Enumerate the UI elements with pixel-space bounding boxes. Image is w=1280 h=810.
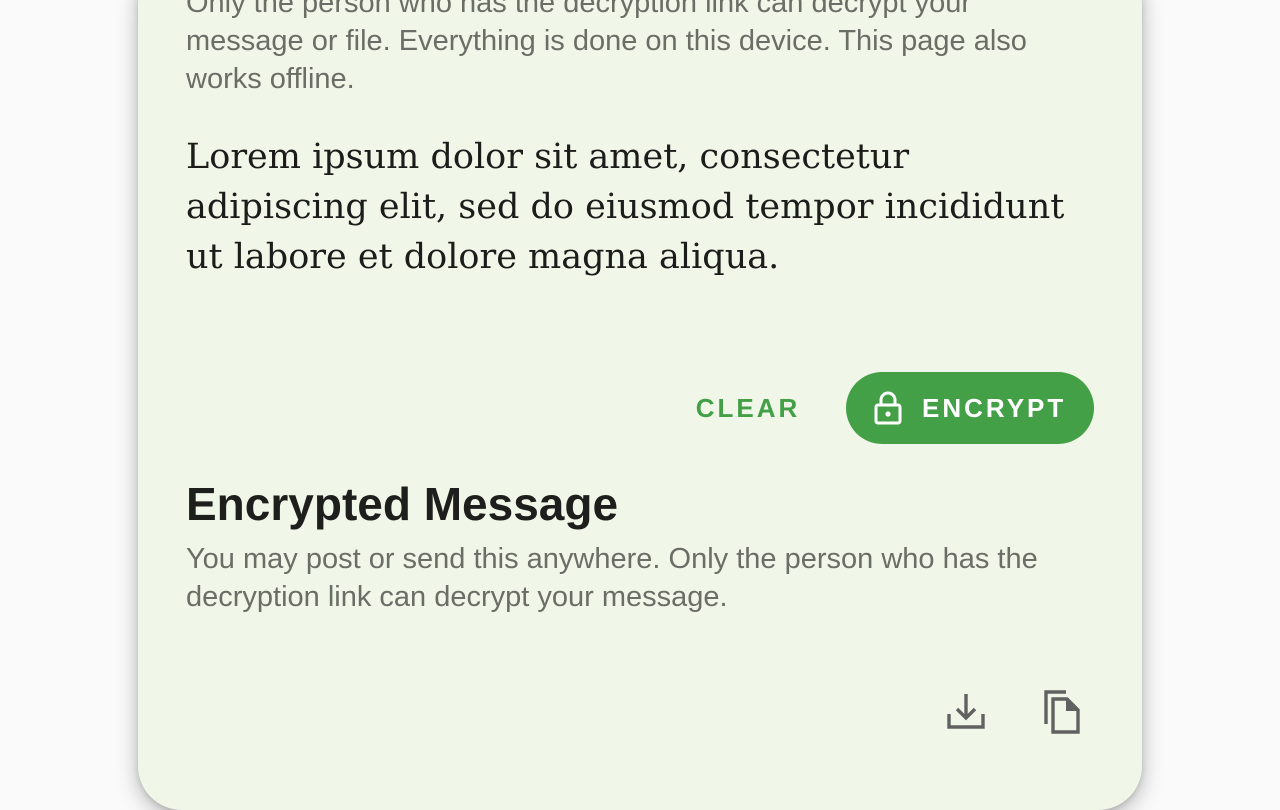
- download-icon: [947, 694, 985, 729]
- copy-button[interactable]: [1032, 684, 1088, 740]
- clear-button[interactable]: CLEAR: [684, 376, 812, 440]
- message-input[interactable]: [186, 132, 1096, 342]
- copy-icon: [1044, 690, 1080, 734]
- encrypted-message-title: Encrypted Message: [186, 478, 619, 530]
- encrypt-button-label: ENCRYPT: [922, 393, 1067, 423]
- encrypt-button[interactable]: ENCRYPT: [846, 372, 1094, 444]
- intro-text: Only the person who has the decryption l…: [186, 0, 1027, 95]
- lock-icon: [874, 391, 902, 425]
- download-button[interactable]: [938, 684, 994, 740]
- encrypted-message-description: You may post or send this anywhere. Only…: [186, 543, 1038, 613]
